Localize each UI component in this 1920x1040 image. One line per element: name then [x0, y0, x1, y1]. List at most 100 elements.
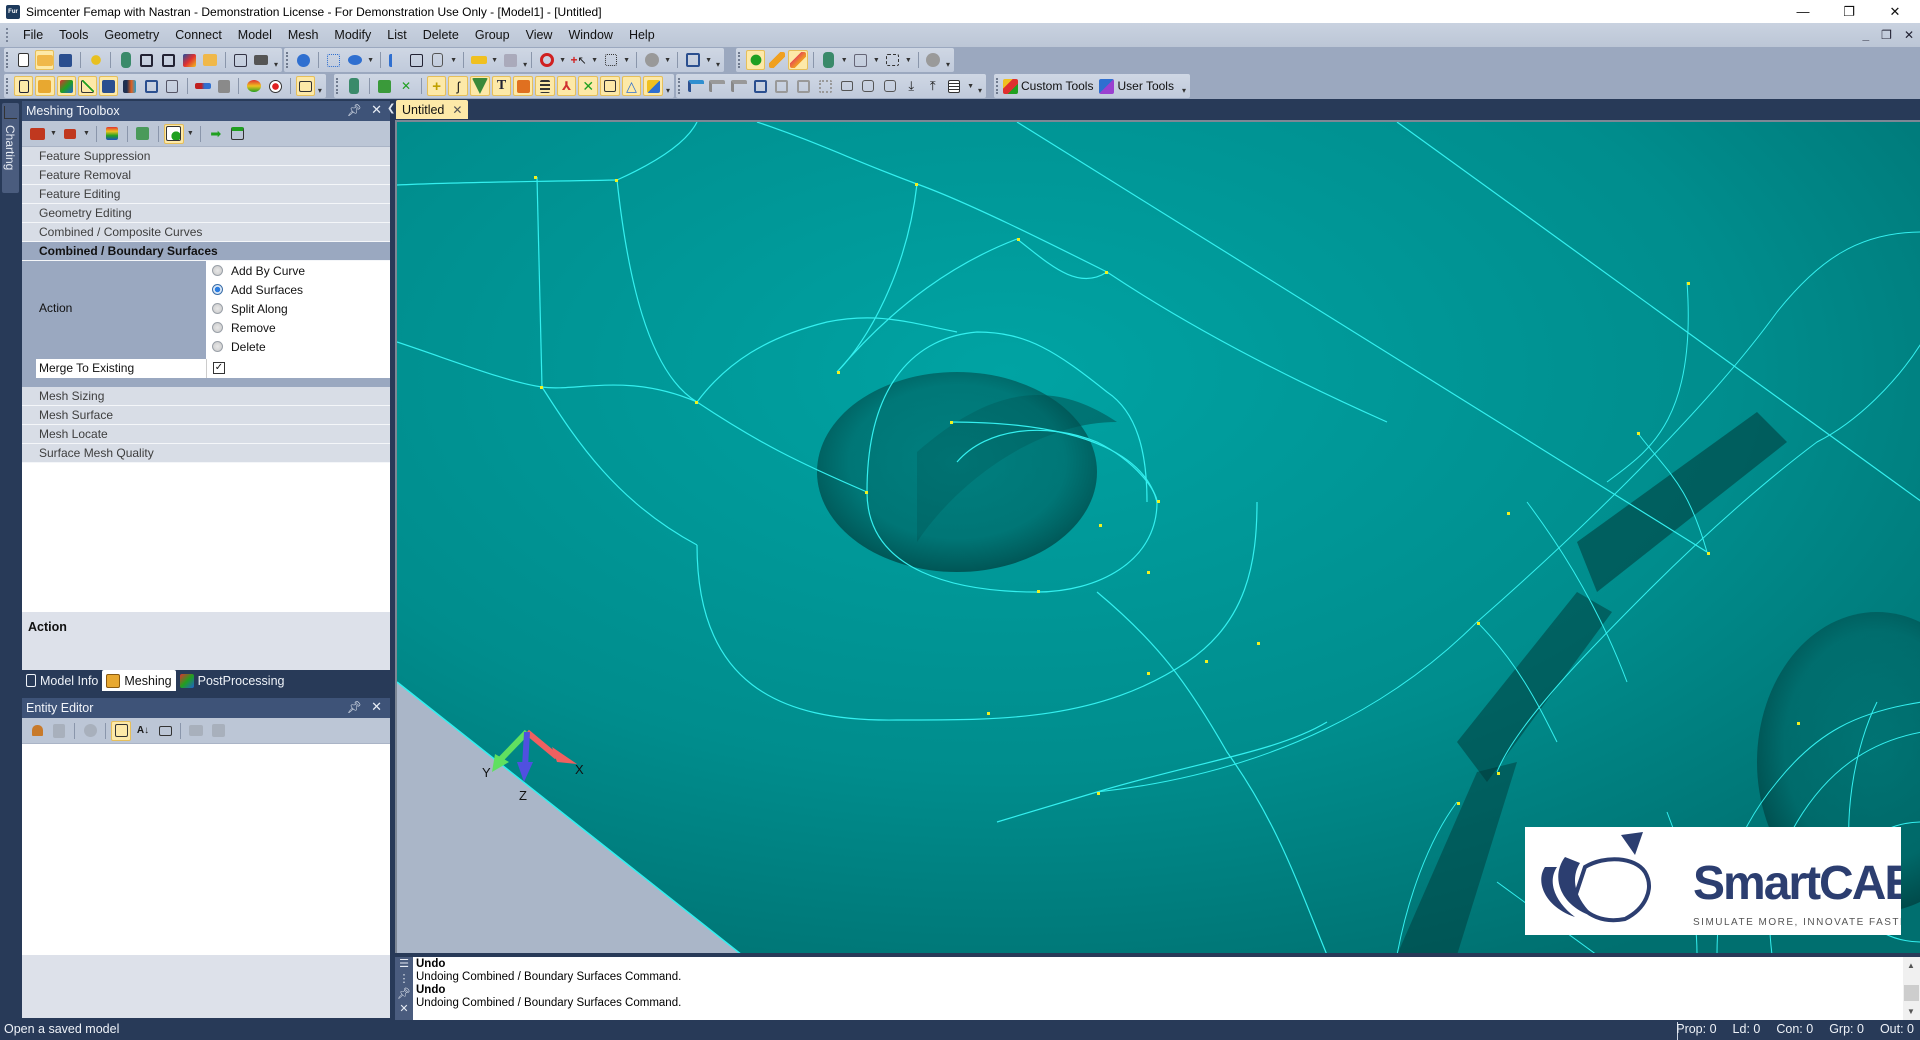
toolbox-dropdown-icon[interactable]: ▼ [50, 130, 57, 137]
solid-color-dropdown-icon[interactable]: ▼ [841, 57, 848, 64]
radio-button[interactable] [212, 322, 223, 333]
section-mesh-locate[interactable]: Mesh Locate [22, 425, 390, 444]
model-style-icon[interactable] [428, 50, 447, 70]
radio-button[interactable] [212, 303, 223, 314]
new-file-icon[interactable] [14, 50, 33, 70]
restore-button[interactable]: ❐ [1826, 0, 1872, 23]
triangle-icon[interactable]: △ [621, 76, 642, 96]
menu-view[interactable]: View [518, 23, 561, 47]
thermometer-icon[interactable] [193, 76, 212, 96]
menu-list[interactable]: List [379, 23, 414, 47]
toolbar-grip[interactable] [738, 52, 741, 68]
menu-modify[interactable]: Modify [326, 23, 379, 47]
menu-tools[interactable]: Tools [51, 23, 96, 47]
view-style-icon[interactable] [345, 50, 364, 70]
radio-button[interactable] [212, 265, 223, 276]
panel-icon[interactable] [600, 76, 620, 96]
radio-split-along[interactable]: Split Along [206, 299, 390, 318]
mesh-toolbox-icon[interactable] [375, 76, 395, 96]
coordsys-icon[interactable]: ⅄ [556, 76, 577, 96]
section-feature-editing[interactable]: Feature Editing [22, 185, 390, 204]
volume-icon[interactable] [513, 76, 534, 96]
radio-add-surfaces[interactable]: Add Surfaces [206, 280, 390, 299]
add-tool-icon[interactable] [163, 123, 184, 144]
tab-scroll-left-icon[interactable]: ❮ [387, 103, 395, 114]
add-tool-dropdown-icon[interactable]: ▼ [187, 130, 194, 137]
text-icon[interactable]: T [491, 76, 512, 96]
radio-remove[interactable]: Remove [206, 318, 390, 337]
section-feature-removal[interactable]: Feature Removal [22, 166, 390, 185]
measure-dropdown-icon[interactable]: ▼ [491, 57, 498, 64]
pick-dropdown-icon[interactable]: ▼ [559, 57, 566, 64]
align-left-icon[interactable] [686, 76, 706, 96]
menu-group[interactable]: Group [467, 23, 518, 47]
draw-pencil-icon[interactable] [767, 50, 786, 70]
settings-b-icon[interactable] [880, 76, 900, 96]
toolbar-overflow-icon[interactable]: ▾ [523, 60, 527, 72]
align-right-icon[interactable] [729, 76, 749, 96]
workplane-dropdown-icon[interactable]: ▼ [705, 57, 712, 64]
radio-button[interactable] [212, 341, 223, 352]
tab-untitled[interactable]: Untitled ✕ [396, 100, 469, 119]
messages-icon[interactable] [142, 76, 161, 96]
api-icon[interactable] [244, 76, 263, 96]
graphics-viewport[interactable]: X Y Z SmartCAE SIMULATE MORE, INNOVATE F… [395, 120, 1920, 953]
toolbar-overflow-icon[interactable]: ▾ [318, 86, 322, 98]
curve-icon[interactable]: ʃ [448, 76, 469, 96]
menu-help[interactable]: Help [621, 23, 663, 47]
upload-icon[interactable]: ⤒ [923, 76, 943, 96]
window-cascade-icon[interactable] [837, 76, 857, 96]
layers-icon[interactable] [407, 50, 426, 70]
pick-select-dropdown-icon[interactable]: ▼ [623, 57, 630, 64]
workplane-icon[interactable] [683, 50, 702, 70]
paint-icon[interactable] [643, 76, 663, 96]
tab-postprocessing[interactable]: PostProcessing [176, 670, 289, 691]
copy-picture-icon[interactable] [231, 50, 250, 70]
toolbar-overflow-icon[interactable]: ▾ [666, 86, 670, 98]
expand-all-icon[interactable] [155, 721, 175, 741]
section-mesh-surface[interactable]: Mesh Surface [22, 406, 390, 425]
menu-geometry[interactable]: Geometry [96, 23, 167, 47]
entity-editor-icon[interactable] [99, 76, 119, 96]
scroll-down-icon[interactable]: ▼ [1907, 1007, 1915, 1016]
menu-file[interactable]: File [15, 23, 51, 47]
toolbar-grip[interactable] [678, 78, 681, 94]
import-geometry-icon[interactable] [116, 50, 135, 70]
pin-icon[interactable]: 📌︎ [395, 987, 413, 1002]
toolbar-overflow-icon[interactable]: ▾ [716, 60, 720, 72]
pin-icon[interactable]: 📌︎ [347, 103, 362, 117]
surface-icon[interactable] [470, 76, 490, 96]
paste-icon[interactable] [49, 721, 69, 741]
trash-icon[interactable] [214, 76, 233, 96]
close-icon[interactable]: ✕ [371, 699, 382, 715]
pick-none-icon[interactable] [537, 50, 556, 70]
clear-dropdown-icon[interactable]: ▼ [664, 57, 671, 64]
toolbar-overflow-icon[interactable]: ▾ [978, 86, 982, 98]
select-toolbox-icon[interactable] [295, 76, 315, 96]
select-box-icon[interactable] [883, 50, 902, 70]
grid-dropdown-icon[interactable]: ▼ [873, 57, 880, 64]
snap-icon[interactable] [501, 50, 520, 70]
export-analysis-icon[interactable] [159, 50, 178, 70]
select-box-dropdown-icon[interactable]: ▼ [905, 57, 912, 64]
tile-quad-icon[interactable] [772, 76, 792, 96]
tab-model-info[interactable]: Model Info [22, 670, 102, 691]
menu-delete[interactable]: Delete [415, 23, 467, 47]
delete-x-icon[interactable]: ✕ [578, 76, 599, 96]
close-button[interactable]: ✕ [1872, 0, 1918, 23]
close-tab-icon[interactable]: ✕ [452, 103, 462, 117]
radio-button-selected[interactable] [212, 284, 223, 295]
toolbox-zoom-dropdown-icon[interactable]: ▼ [83, 130, 90, 137]
section-geometry-editing[interactable]: Geometry Editing [22, 204, 390, 223]
toolbar-overflow-icon[interactable]: ▾ [1182, 86, 1186, 98]
align-mid-icon[interactable] [708, 76, 728, 96]
rotate-view-icon[interactable] [294, 50, 313, 70]
toolbar-grip[interactable] [996, 78, 999, 94]
pick-add-dropdown-icon[interactable]: ▼ [591, 57, 598, 64]
select-entities-icon[interactable]: ➡ [206, 124, 226, 144]
clear-icon[interactable] [642, 50, 661, 70]
merge-to-existing-checkbox[interactable]: ✓ [213, 362, 225, 374]
check-icon[interactable]: ✕ [396, 76, 416, 96]
toolbox-zoom-icon[interactable] [60, 124, 80, 144]
surface-vertex-icon[interactable] [133, 124, 153, 144]
